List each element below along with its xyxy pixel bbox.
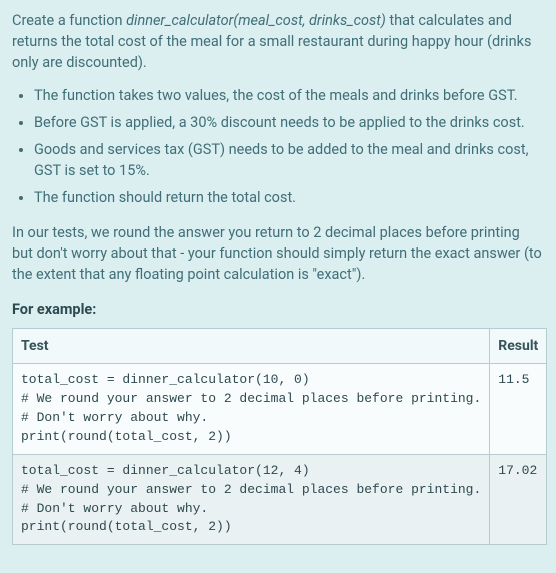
list-item: Before GST is applied, a 30% discount ne…	[34, 112, 544, 133]
test-result: 11.5	[498, 371, 538, 390]
intro-prefix: Create a function	[12, 12, 126, 29]
example-table: Test Result total_cost = dinner_calculat…	[12, 328, 547, 545]
list-item: Goods and services tax (GST) needs to be…	[34, 139, 544, 181]
col-header-result: Result	[490, 329, 547, 364]
col-header-test: Test	[13, 329, 490, 364]
list-item: The function should return the total cos…	[34, 187, 544, 208]
problem-intro: Create a function dinner_calculator(meal…	[12, 10, 544, 73]
requirements-list: The function takes two values, the cost …	[12, 85, 544, 208]
table-row: total_cost = dinner_calculator(12, 4) # …	[13, 454, 547, 544]
list-item: The function takes two values, the cost …	[34, 85, 544, 106]
test-code: total_cost = dinner_calculator(10, 0) # …	[21, 371, 481, 446]
test-result: 17.02	[498, 462, 538, 481]
function-signature: dinner_calculator(meal_cost, drinks_cost…	[126, 12, 386, 29]
test-code: total_cost = dinner_calculator(12, 4) # …	[21, 462, 481, 537]
example-label: For example:	[12, 299, 544, 320]
table-row: total_cost = dinner_calculator(10, 0) # …	[13, 364, 547, 454]
rounding-note: In our tests, we round the answer you re…	[12, 222, 544, 285]
